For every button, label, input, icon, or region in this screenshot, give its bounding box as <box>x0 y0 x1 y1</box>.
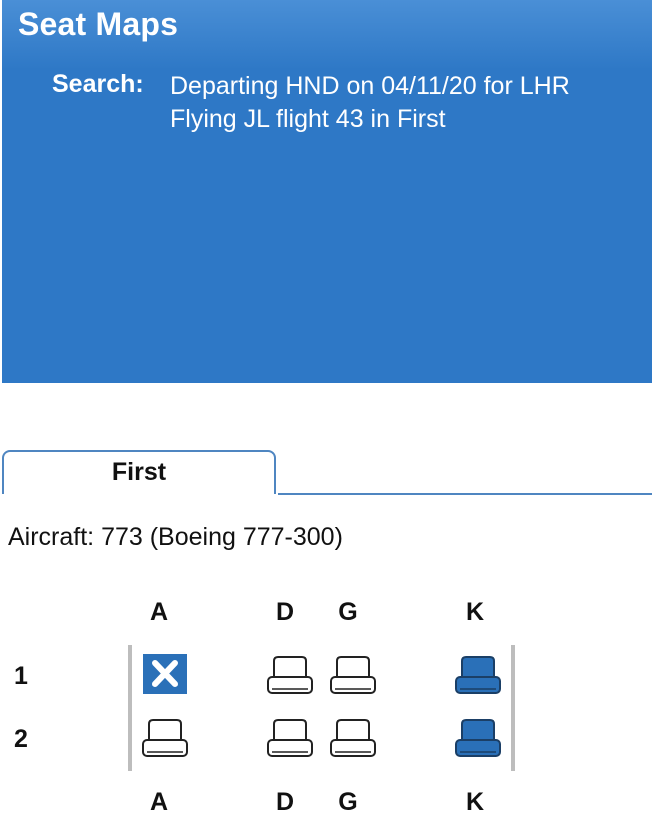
cabin-wall-left <box>128 645 132 771</box>
seat-1k[interactable] <box>453 653 503 699</box>
column-label-k-bottom: K <box>465 788 485 816</box>
cabin-wall-right <box>511 645 515 771</box>
search-label: Search: <box>52 70 144 98</box>
column-label-d-bottom: D <box>275 788 295 816</box>
seat-2g[interactable] <box>328 716 378 762</box>
seat-available-icon <box>330 656 376 694</box>
seat-available-icon <box>142 719 188 757</box>
seat-1a[interactable] <box>140 653 190 699</box>
seat-premium-icon <box>455 719 501 757</box>
tab-baseline <box>278 493 652 495</box>
search-flight-line: Flying JL flight 43 in First <box>170 105 446 133</box>
column-label-g: G <box>338 598 358 626</box>
page: Seat Maps Search: Departing HND on 04/11… <box>0 0 652 831</box>
search-route-line: Departing HND on 04/11/20 for LHR <box>170 72 570 100</box>
row-label-1: 1 <box>14 662 28 690</box>
seat-available-icon <box>330 719 376 757</box>
cabin-tabs: First <box>2 450 652 496</box>
seat-available-icon <box>267 719 313 757</box>
column-label-a: A <box>149 598 169 626</box>
seat-available-icon <box>267 656 313 694</box>
column-label-g-bottom: G <box>338 788 358 816</box>
seat-maps-header: Seat Maps Search: Departing HND on 04/11… <box>2 0 652 383</box>
seat-2d[interactable] <box>265 716 315 762</box>
page-title: Seat Maps <box>18 6 179 42</box>
column-label-a-bottom: A <box>149 788 169 816</box>
seat-1d[interactable] <box>265 653 315 699</box>
seat-2a[interactable] <box>140 716 190 762</box>
tab-first-label: First <box>111 458 167 486</box>
search-summary: Departing HND on 04/11/20 for LHR Flying… <box>170 70 570 136</box>
seat-unavailable-icon <box>143 654 187 694</box>
seat-premium-icon <box>455 656 501 694</box>
aircraft-info: Aircraft: 773 (Boeing 777-300) <box>8 523 343 551</box>
tab-first[interactable]: First <box>2 450 276 494</box>
seat-1g[interactable] <box>328 653 378 699</box>
column-label-k: K <box>465 598 485 626</box>
row-label-2: 2 <box>14 725 28 753</box>
column-label-d: D <box>275 598 295 626</box>
seat-2k[interactable] <box>453 716 503 762</box>
